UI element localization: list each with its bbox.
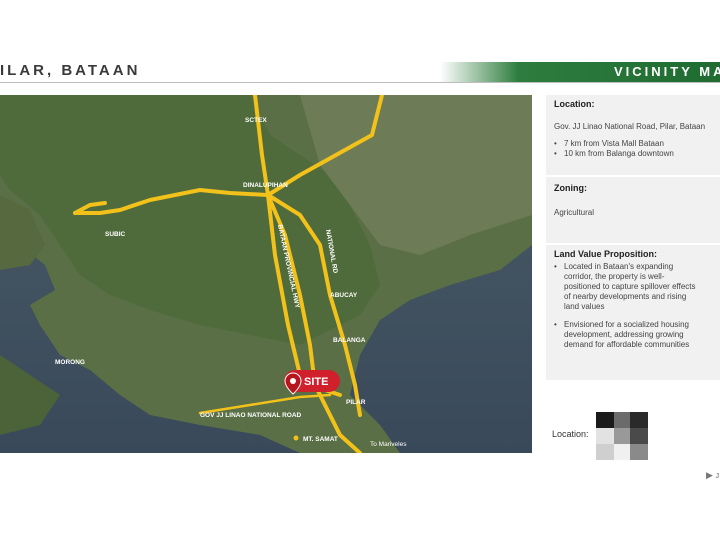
map-label-pilar: PILAR bbox=[346, 399, 366, 406]
map-label-morong: MORONG bbox=[55, 359, 85, 366]
site-marker: SITE bbox=[284, 370, 340, 395]
map-label-dinalupihan: DINALUPIHAN bbox=[243, 182, 288, 189]
page-title: ILAR, BATAAN bbox=[0, 62, 141, 79]
zoning-title: Zoning: bbox=[554, 183, 587, 193]
header-divider bbox=[0, 82, 720, 83]
lvp-bullet: Located in Bataan's expanding corridor, … bbox=[554, 262, 695, 312]
satellite-map-image: SCTEX DINALUPIHAN SUBIC MORONG ABUCAY BA… bbox=[0, 95, 532, 453]
location-address: Gov. JJ Linao National Road, Pilar, Bata… bbox=[554, 122, 706, 131]
location-bullet: 7 km from Vista Mall Bataan bbox=[554, 139, 674, 149]
map-label-abucay: ABUCAY bbox=[330, 292, 358, 299]
map-label-gov-road: GOV JJ LINAO NATIONAL ROAD bbox=[200, 412, 302, 419]
site-label: SITE bbox=[304, 376, 328, 388]
property-info-panel: Location: Gov. JJ Linao National Road, P… bbox=[546, 95, 720, 380]
vicinity-map: SCTEX DINALUPIHAN SUBIC MORONG ABUCAY BA… bbox=[0, 95, 532, 453]
location-qr-code[interactable] bbox=[596, 412, 648, 460]
map-label-sctex: SCTEX bbox=[245, 117, 267, 124]
qr-location-label: Location: bbox=[552, 429, 589, 439]
map-label-subic: SUBIC bbox=[105, 231, 126, 238]
next-slide-arrow[interactable]: ▶ ᴊ bbox=[706, 470, 719, 481]
location-title: Location: bbox=[554, 99, 595, 109]
lvp-bullet: Envisioned for a socialized housing deve… bbox=[554, 320, 695, 350]
mt-samat-marker bbox=[293, 435, 299, 441]
map-label-mt-samat: MT. SAMAT bbox=[303, 436, 338, 443]
zoning-value: Agricultural bbox=[554, 208, 595, 217]
info-divider bbox=[546, 175, 720, 177]
location-bullet: 10 km from Balanga downtown bbox=[554, 149, 674, 159]
location-bullets: 7 km from Vista Mall Bataan 10 km from B… bbox=[554, 139, 674, 159]
info-divider bbox=[546, 243, 720, 245]
map-label-to-mariveles: To Mariveles bbox=[370, 441, 407, 448]
lvp-title: Land Value Proposition: bbox=[554, 249, 658, 259]
map-label-balanga: BALANGA bbox=[333, 337, 366, 344]
lvp-bullets: Located in Bataan's expanding corridor, … bbox=[554, 262, 695, 350]
section-title: VICINITY MA bbox=[614, 64, 720, 79]
